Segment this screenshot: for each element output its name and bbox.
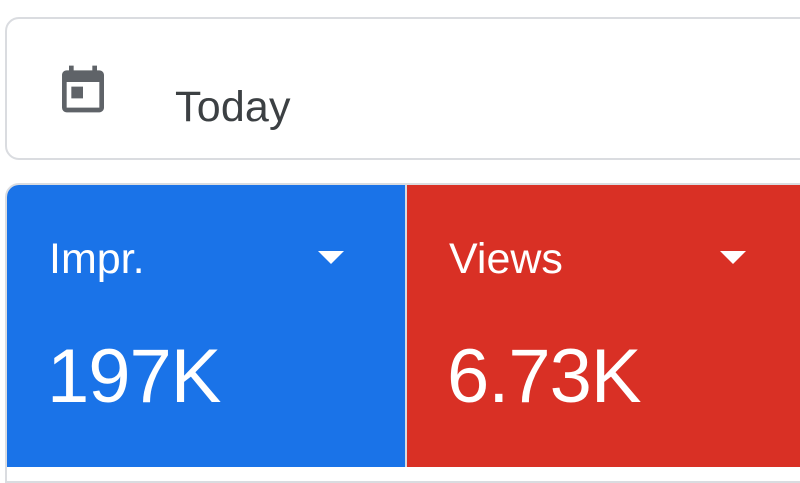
dropdown-caret-icon[interactable] — [318, 251, 344, 264]
dropdown-caret-icon[interactable] — [720, 251, 746, 264]
calendar-icon — [55, 61, 111, 117]
metric-value-views: 6.73K — [447, 334, 642, 419]
metric-value-impressions: 197K — [47, 334, 221, 419]
date-range-selector[interactable]: Today — [5, 17, 800, 160]
metric-card-impressions[interactable]: Impr. 197K — [7, 185, 405, 467]
metric-title-impressions: Impr. — [49, 235, 145, 283]
date-range-label: Today — [175, 83, 291, 131]
metric-title-views: Views — [449, 235, 563, 283]
metric-cards-row: Impr. 197K Views 6.73K — [5, 183, 800, 483]
metric-card-views[interactable]: Views 6.73K — [407, 185, 800, 467]
